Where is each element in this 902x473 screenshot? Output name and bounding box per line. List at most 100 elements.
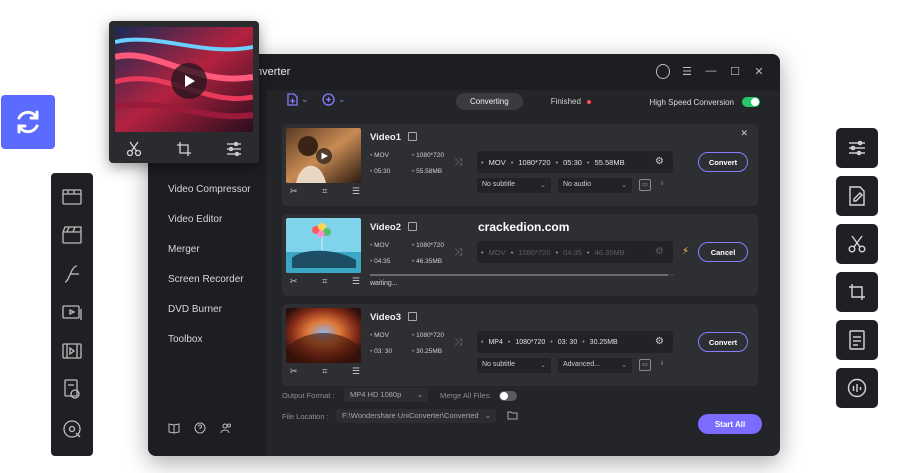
sidebar-item-dvd-burner[interactable]: DVD Burner: [168, 304, 222, 315]
film-icon[interactable]: [62, 187, 82, 207]
video3-thumbnail[interactable]: [286, 308, 361, 363]
menu-icon[interactable]: ☰: [680, 64, 694, 78]
settings-sliders-tile[interactable]: [836, 128, 878, 168]
video3-tgt-duration: 03: 30: [557, 338, 578, 346]
video1-subtitle-value: No subtitle: [482, 181, 516, 188]
video2-progress-bar: [370, 274, 674, 276]
preview-image[interactable]: [115, 27, 253, 132]
video1-target-settings[interactable]: • MOV • 1080*720 • 05:30 • 55.58MB: [477, 151, 673, 173]
video3-src-size: 30.25MB: [412, 348, 442, 355]
lightning-icon: ⚡: [682, 246, 690, 257]
output-format-value: MP4 HD 1080p: [350, 390, 402, 399]
trim-tile[interactable]: [836, 224, 878, 264]
video1-src-duration: 05:30: [370, 168, 390, 175]
video1-audio-select[interactable]: No audio ⌄: [558, 178, 632, 193]
close-icon[interactable]: ✕: [740, 128, 748, 139]
video2-name: Video2: [370, 222, 401, 233]
edit-icon[interactable]: [408, 222, 417, 231]
gear-icon: ⚙: [655, 246, 664, 257]
video2-cancel-button[interactable]: Cancel: [698, 242, 748, 262]
video1-subtitle-select[interactable]: No subtitle ⌄: [477, 178, 551, 193]
sidebar-item-video-editor[interactable]: Video Editor: [168, 214, 222, 225]
account-icon[interactable]: [656, 63, 670, 79]
document-icon: [849, 330, 865, 350]
sidebar-item-screen-recorder[interactable]: Screen Recorder: [168, 274, 244, 285]
crop-icon[interactable]: [176, 141, 192, 157]
crop-icon[interactable]: ⌗: [322, 276, 327, 287]
sync-icon: [17, 110, 39, 134]
minimize-icon[interactable]: —: [704, 64, 718, 78]
play-button[interactable]: [171, 63, 207, 99]
add-file-icon: [287, 93, 298, 106]
clapperboard-icon[interactable]: [62, 225, 82, 245]
subtitle-file-icon[interactable]: ▭: [639, 179, 651, 191]
scissors-icon[interactable]: ✂: [290, 276, 298, 287]
document-play-icon[interactable]: [62, 379, 82, 399]
screen-record-icon[interactable]: [62, 303, 82, 323]
chevron-down-icon: ⌄: [416, 390, 423, 399]
crop-tile[interactable]: [836, 272, 878, 312]
gear-icon[interactable]: ⚙: [655, 336, 667, 348]
document-tile[interactable]: [836, 320, 878, 360]
video1-tgt-res: 1080*720: [518, 157, 551, 167]
video1-tgt-format: MOV: [488, 157, 506, 167]
edit-document-tile[interactable]: [836, 176, 878, 216]
tab-finished[interactable]: Finished: [537, 93, 605, 110]
sync-tile[interactable]: [1, 95, 55, 149]
add-disc-icon: [322, 93, 335, 106]
video1-name: Video1: [370, 132, 401, 143]
file-location-select[interactable]: F:\Wondershare UniConverter\Converted ⌄: [336, 409, 496, 423]
video2-src-duration: 04:35: [370, 258, 390, 265]
curve-icon[interactable]: [62, 264, 82, 284]
video2-tgt-res: 1080*720: [518, 247, 551, 257]
tab-converting[interactable]: Converting: [456, 93, 523, 110]
video1-convert-button[interactable]: Convert: [698, 152, 748, 172]
video3-tgt-format: MP4: [488, 338, 503, 346]
start-all-button[interactable]: Start All: [698, 414, 762, 434]
edit-icon[interactable]: [408, 312, 417, 321]
merge-toggle[interactable]: [499, 391, 517, 401]
adjust-icon[interactable]: [226, 141, 242, 157]
video3-src-duration: 03: 30: [370, 348, 392, 355]
close-icon[interactable]: ✕: [752, 64, 766, 78]
video1-thumbnail[interactable]: [286, 128, 361, 183]
folder-icon[interactable]: [507, 411, 518, 420]
disc-icon[interactable]: [62, 419, 82, 439]
scissors-icon[interactable]: ✂: [290, 186, 298, 197]
chevron-down-icon: ⌄: [338, 94, 346, 104]
info-icon[interactable]: i: [656, 179, 668, 191]
sidebar-item-video-compressor[interactable]: Video Compressor: [168, 184, 251, 195]
file-location-label: File Location :: [282, 412, 329, 421]
toolbar: ⌄ ⌄ Converting Finished High Speed Conve…: [266, 90, 780, 116]
adjust-icon[interactable]: ☰: [352, 186, 360, 197]
gear-icon[interactable]: ⚙: [655, 156, 667, 168]
video-card-2: ✂ ⌗ ☰ Video2 crackedion.com MOV 1080*720 0…: [282, 214, 758, 296]
filmstrip-icon[interactable]: [62, 341, 82, 361]
video3-subtitle-value: No subtitle: [482, 361, 516, 368]
scissors-icon: [848, 235, 866, 253]
scissors-icon[interactable]: [126, 141, 142, 157]
help-icon[interactable]: [194, 422, 206, 434]
video3-convert-button[interactable]: Convert: [698, 332, 748, 352]
preview-panel: [109, 21, 259, 163]
video2-thumbnail[interactable]: [286, 218, 361, 273]
sidebar-item-toolbox[interactable]: Toolbox: [168, 334, 202, 345]
sliders-icon: [849, 140, 865, 156]
high-speed-toggle[interactable]: [742, 97, 760, 107]
edit-icon[interactable]: [408, 132, 417, 141]
book-icon[interactable]: [168, 422, 180, 434]
convert-arrow-icon: ⤨: [454, 247, 462, 258]
crop-icon[interactable]: ⌗: [322, 186, 327, 197]
output-format-select[interactable]: MP4 HD 1080p ⌄: [344, 388, 428, 402]
audio-tile[interactable]: [836, 368, 878, 408]
users-icon[interactable]: [220, 422, 232, 434]
add-dvd-button[interactable]: ⌄: [322, 93, 346, 106]
watermark-text: crackedion.com: [478, 220, 570, 234]
video3-target-settings[interactable]: • MP4 • 1080*720 • 03: 30 • 30.25MB: [477, 331, 673, 353]
sidebar-item-merger[interactable]: Merger: [168, 244, 200, 255]
add-files-button[interactable]: ⌄: [286, 93, 309, 106]
adjust-icon[interactable]: ☰: [352, 276, 360, 287]
maximize-icon[interactable]: ☐: [728, 64, 742, 78]
convert-arrow-icon: ⤨: [454, 337, 462, 348]
video3-name: Video3: [370, 312, 401, 323]
